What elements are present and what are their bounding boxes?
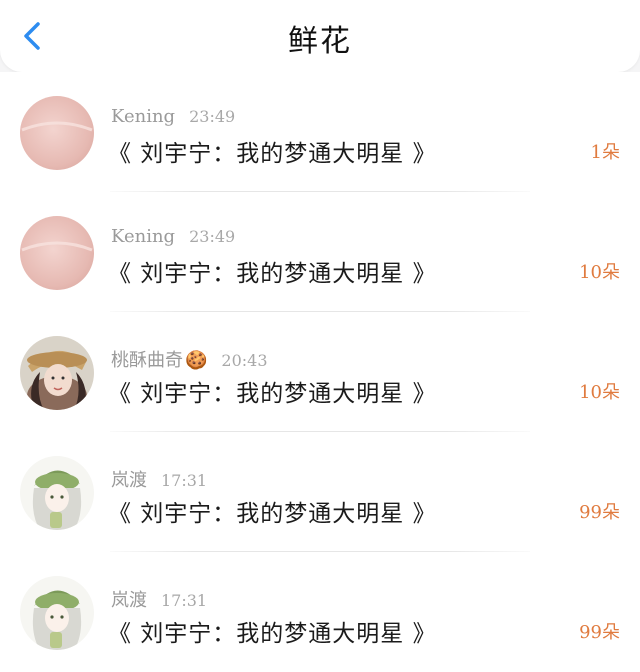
username[interactable]: Kening: [111, 106, 175, 127]
item-meta: 岚渡 17:31: [111, 586, 207, 612]
list-item[interactable]: 岚渡 17:31 《 刘宇宁：我的梦通大明星 》 99朵: [0, 432, 640, 552]
username[interactable]: 岚渡: [111, 590, 147, 611]
page-title: 鲜花: [288, 24, 352, 59]
top-bar: 鲜花: [0, 0, 640, 72]
item-meta: Kening 23:49: [111, 106, 235, 127]
avatar[interactable]: [20, 96, 94, 170]
flower-count: 99朵: [579, 502, 620, 523]
avatar[interactable]: [20, 456, 94, 530]
flower-list: Kening 23:49 《 刘宇宁：我的梦通大明星 》 1朵 Kening 23:: [0, 72, 640, 672]
flower-count: 1朵: [590, 142, 620, 163]
avatar[interactable]: [20, 216, 94, 290]
timestamp: 17:31: [161, 591, 208, 610]
item-content[interactable]: 《 刘宇宁：我的梦通大明星 》: [108, 254, 437, 288]
timestamp: 20:43: [221, 351, 268, 370]
item-content[interactable]: 《 刘宇宁：我的梦通大明星 》: [108, 614, 437, 648]
flower-count: 99朵: [579, 622, 620, 643]
item-meta: 岚渡 17:31: [111, 466, 207, 492]
username[interactable]: 岚渡: [111, 470, 147, 491]
item-content[interactable]: 《 刘宇宁：我的梦通大明星 》: [108, 494, 437, 528]
username[interactable]: 桃酥曲奇: [111, 350, 183, 371]
flower-count: 10朵: [579, 382, 620, 403]
cookie-emoji: 🍪: [185, 350, 208, 371]
timestamp: 17:31: [161, 471, 208, 490]
avatar[interactable]: [20, 576, 94, 650]
flower-count: 10朵: [579, 262, 620, 283]
list-item[interactable]: 桃酥曲奇 🍪 20:43 《 刘宇宁：我的梦通大明星 》 10朵: [0, 312, 640, 432]
item-meta: Kening 23:49: [111, 226, 235, 247]
item-content[interactable]: 《 刘宇宁：我的梦通大明星 》: [108, 374, 437, 408]
list-item[interactable]: Kening 23:49 《 刘宇宁：我的梦通大明星 》 1朵: [0, 72, 640, 192]
username[interactable]: Kening: [111, 226, 175, 247]
list-item[interactable]: Kening 23:49 《 刘宇宁：我的梦通大明星 》 10朵: [0, 192, 640, 312]
timestamp: 23:49: [189, 107, 236, 126]
item-content[interactable]: 《 刘宇宁：我的梦通大明星 》: [108, 134, 437, 168]
timestamp: 23:49: [189, 227, 236, 246]
list-item[interactable]: 岚渡 17:31 《 刘宇宁：我的梦通大明星 》 99朵: [0, 552, 640, 672]
avatar[interactable]: [20, 336, 94, 410]
item-meta: 桃酥曲奇 🍪 20:43: [111, 346, 268, 372]
